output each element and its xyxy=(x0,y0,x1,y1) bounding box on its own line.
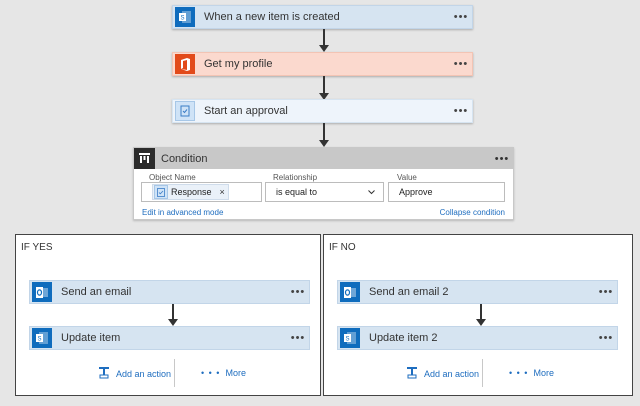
value-input[interactable]: Approve xyxy=(388,182,505,202)
send-email-2-label: Send an email 2 xyxy=(369,286,449,298)
connector-arrow xyxy=(168,304,178,326)
update-item-menu-button[interactable]: ••• xyxy=(287,332,309,344)
trigger-menu-button[interactable]: ••• xyxy=(450,11,472,23)
outlook-icon xyxy=(32,282,52,302)
relationship-label: Relationship xyxy=(273,173,318,182)
chevron-down-icon xyxy=(368,187,375,197)
update-item-2-step[interactable]: S Update item 2 ••• xyxy=(337,326,618,350)
collapse-condition-link[interactable]: Collapse condition xyxy=(440,208,505,217)
office365-icon xyxy=(175,54,195,74)
connector-arrow xyxy=(476,304,486,326)
relationship-value: is equal to xyxy=(276,187,318,197)
value-text: Approve xyxy=(399,187,433,197)
add-action-label: Add an action xyxy=(116,369,172,379)
if-yes-branch: IF YES Send an email ••• S Update item •… xyxy=(15,234,321,396)
response-token[interactable]: Response × xyxy=(152,184,229,200)
remove-token-button[interactable]: × xyxy=(220,187,225,197)
approval-step[interactable]: Start an approval ••• xyxy=(172,99,473,123)
trigger-step[interactable]: S When a new item is created ••• xyxy=(172,5,473,29)
more-dots-icon: • • • xyxy=(201,368,221,378)
send-email-menu-button[interactable]: ••• xyxy=(287,286,309,298)
svg-text:S: S xyxy=(37,337,41,343)
more-button[interactable]: • • • More xyxy=(201,368,246,378)
get-profile-step[interactable]: Get my profile ••• xyxy=(172,52,473,76)
sharepoint-icon: S xyxy=(175,7,195,27)
update-item-2-label: Update item 2 xyxy=(369,332,438,344)
add-action-icon xyxy=(406,366,418,382)
update-item-2-menu-button[interactable]: ••• xyxy=(595,332,617,344)
sharepoint-icon: S xyxy=(32,328,52,348)
condition-title: Condition xyxy=(161,152,208,165)
approval-icon xyxy=(154,185,168,199)
approval-icon xyxy=(175,101,195,121)
add-action-button[interactable]: Add an action xyxy=(98,366,171,382)
send-email-step[interactable]: Send an email ••• xyxy=(29,280,310,304)
connector-arrow xyxy=(319,76,329,100)
if-yes-title: IF YES xyxy=(21,242,53,253)
sharepoint-icon: S xyxy=(340,328,360,348)
more-dots-icon: • • • xyxy=(509,368,529,378)
connector-arrow xyxy=(319,29,329,52)
if-no-title: IF NO xyxy=(329,242,356,253)
more-label: More xyxy=(533,368,554,378)
outlook-icon xyxy=(340,282,360,302)
approval-menu-button[interactable]: ••• xyxy=(450,105,472,117)
more-label: More xyxy=(225,368,246,378)
object-name-label: Object Name xyxy=(149,173,196,182)
divider xyxy=(482,359,483,387)
update-item-label: Update item xyxy=(61,332,121,344)
divider xyxy=(174,359,175,387)
relationship-select[interactable]: is equal to xyxy=(265,182,384,202)
approval-label: Start an approval xyxy=(204,105,288,117)
trigger-label: When a new item is created xyxy=(204,11,340,23)
connector-arrow xyxy=(319,123,329,147)
svg-text:S: S xyxy=(180,16,184,22)
send-email-2-step[interactable]: Send an email 2 ••• xyxy=(337,280,618,304)
add-action-icon xyxy=(98,366,110,382)
svg-text:S: S xyxy=(345,337,349,343)
add-action-label: Add an action xyxy=(424,369,480,379)
edit-advanced-mode-link[interactable]: Edit in advanced mode xyxy=(142,208,223,217)
more-button[interactable]: • • • More xyxy=(509,368,554,378)
add-action-button[interactable]: Add an action xyxy=(406,366,479,382)
condition-header[interactable]: Condition ••• xyxy=(134,148,513,169)
update-item-step[interactable]: S Update item ••• xyxy=(29,326,310,350)
get-profile-label: Get my profile xyxy=(204,58,273,70)
condition-menu-button[interactable]: ••• xyxy=(491,153,513,165)
if-no-branch: IF NO Send an email 2 ••• S Update item … xyxy=(323,234,633,396)
send-email-2-menu-button[interactable]: ••• xyxy=(595,286,617,298)
response-token-label: Response xyxy=(171,187,212,197)
condition-card: Condition ••• Object Name Response × Rel… xyxy=(133,147,514,220)
condition-icon xyxy=(134,148,155,169)
object-name-field[interactable]: Response × xyxy=(141,182,262,202)
get-profile-menu-button[interactable]: ••• xyxy=(450,58,472,70)
send-email-label: Send an email xyxy=(61,286,132,298)
value-label: Value xyxy=(397,173,417,182)
